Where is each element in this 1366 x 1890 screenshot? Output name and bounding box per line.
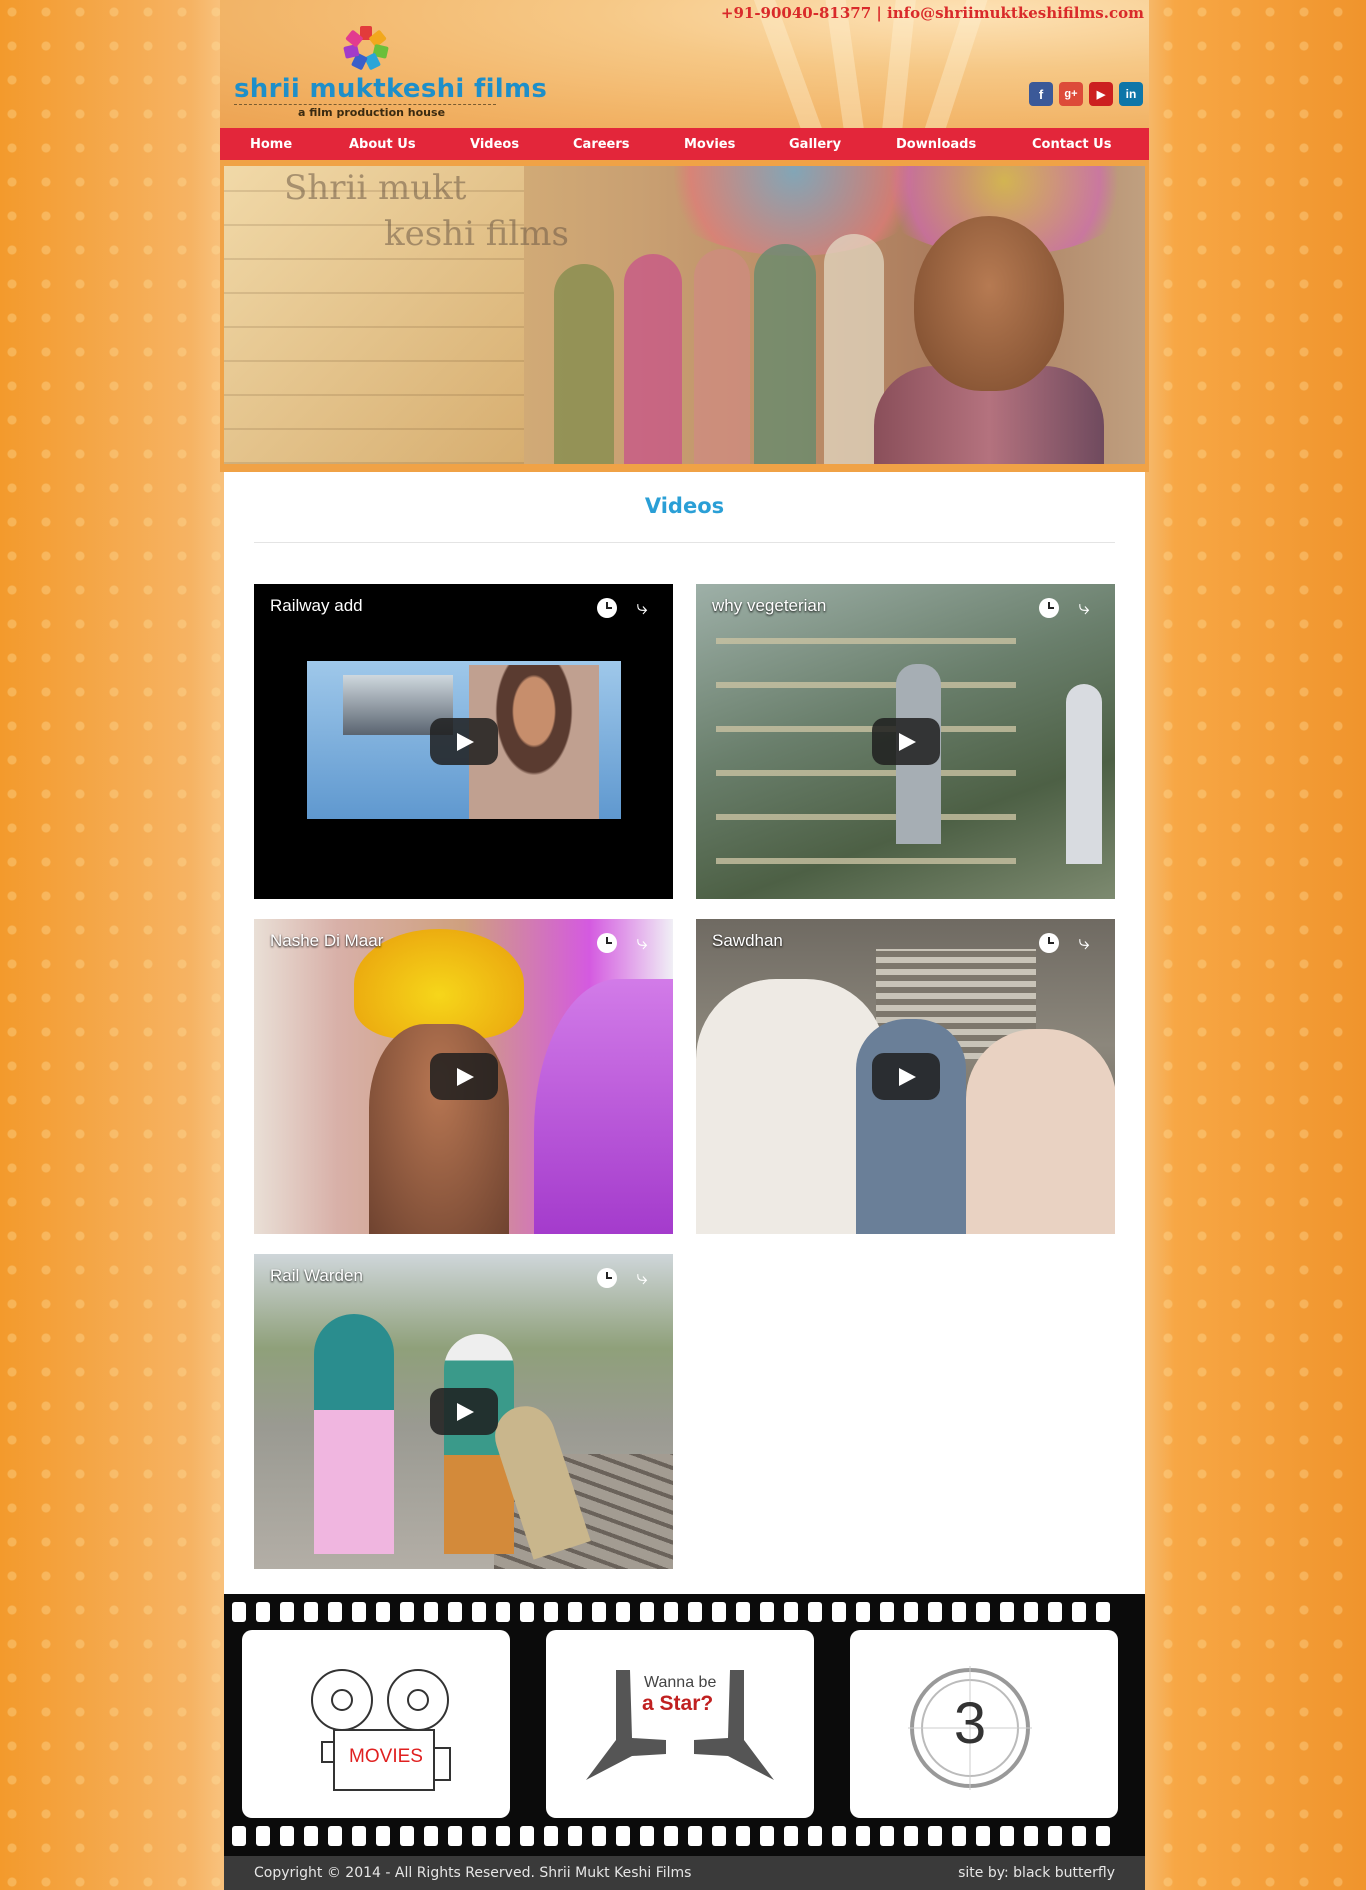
nav-careers[interactable]: Careers [573, 137, 630, 152]
play-button[interactable] [430, 718, 498, 765]
video-card[interactable]: Sawdhan ⤷ [696, 919, 1115, 1234]
logo-tagline: a film production house [298, 106, 446, 119]
watch-later-icon[interactable] [597, 933, 617, 953]
video-card[interactable]: Rail Warden ⤷ [254, 1254, 673, 1569]
film-perforations-top [224, 1602, 1145, 1624]
video-card[interactable]: Nashe Di Maar ⤷ [254, 919, 673, 1234]
nav-videos[interactable]: Videos [470, 137, 519, 152]
video-card[interactable]: why vegeterian ⤷ [696, 584, 1115, 899]
watch-later-icon[interactable] [597, 1268, 617, 1288]
watch-later-icon[interactable] [1039, 598, 1059, 618]
play-button[interactable] [430, 1053, 498, 1100]
page: shrii muktkeshi films a film production … [220, 0, 1149, 1890]
contact-info[interactable]: +91-90040-81377 | info@shriimuktkeshifil… [721, 4, 1144, 22]
play-button[interactable] [872, 718, 940, 765]
banner-watermark-line2: keshi films [384, 214, 569, 254]
logo-text[interactable]: shrii muktkeshi films [234, 74, 547, 104]
movies-frame[interactable]: MOVIES [242, 1630, 510, 1818]
copyright-text: Copyright © 2014 - All Rights Reserved. … [254, 1865, 692, 1881]
logo-divider [234, 104, 496, 105]
banner-image: Shrii mukt keshi films [224, 166, 1145, 464]
share-icon[interactable]: ⤷ [1071, 929, 1097, 955]
facebook-icon[interactable]: f [1029, 82, 1053, 106]
nav-gallery[interactable]: Gallery [789, 137, 841, 152]
nav-downloads[interactable]: Downloads [896, 137, 976, 152]
videos-section: Videos Railway add ⤷ why vegeterian ⤷ Na… [224, 472, 1145, 1594]
site-credit-link[interactable]: site by: black butterfly [958, 1865, 1115, 1881]
main-nav: Home About Us Videos Careers Movies Gall… [220, 128, 1149, 160]
countdown-number: 3 [953, 1691, 987, 1756]
share-icon[interactable]: ⤷ [1071, 594, 1097, 620]
video-title: Rail Warden [270, 1266, 363, 1285]
share-icon[interactable]: ⤷ [629, 594, 655, 620]
share-icon[interactable]: ⤷ [629, 1264, 655, 1290]
banner-figure-face [914, 216, 1064, 391]
countdown-frame[interactable]: 3 [850, 1630, 1118, 1818]
linkedin-icon[interactable]: in [1119, 82, 1143, 106]
social-links: f g+ ▶ in [1029, 82, 1143, 106]
banner-script-texture [224, 166, 524, 464]
nav-about-us[interactable]: About Us [349, 137, 416, 152]
play-button[interactable] [430, 1388, 498, 1435]
banner-watermark-line1: Shrii mukt [284, 168, 467, 208]
film-strip: MOVIES Wanna be a Star? 3 [224, 1594, 1145, 1856]
section-divider [254, 542, 1115, 543]
star-line2: a Star? [642, 1692, 714, 1715]
logo-flower-icon[interactable] [340, 22, 392, 74]
site-footer: Copyright © 2014 - All Rights Reserved. … [224, 1856, 1145, 1890]
nav-movies[interactable]: Movies [684, 137, 735, 152]
wanna-be-star-frame[interactable]: Wanna be a Star? [546, 1630, 814, 1818]
watch-later-icon[interactable] [597, 598, 617, 618]
video-title: Nashe Di Maar [270, 931, 384, 950]
nav-contact-us[interactable]: Contact Us [1032, 137, 1111, 152]
nav-home[interactable]: Home [250, 137, 292, 152]
watch-later-icon[interactable] [1039, 933, 1059, 953]
site-header: shrii muktkeshi films a film production … [220, 0, 1149, 128]
play-button[interactable] [872, 1053, 940, 1100]
share-icon[interactable]: ⤷ [629, 929, 655, 955]
hero-banner: Shrii mukt keshi films [220, 160, 1149, 472]
video-title: why vegeterian [712, 596, 827, 615]
video-card[interactable]: Railway add ⤷ [254, 584, 673, 899]
video-title: Sawdhan [712, 931, 783, 950]
hands-frame-icon [586, 1670, 774, 1780]
film-perforations-bottom [224, 1826, 1145, 1848]
youtube-icon[interactable]: ▶ [1089, 82, 1113, 106]
google-plus-icon[interactable]: g+ [1059, 82, 1083, 106]
section-title: Videos [644, 494, 725, 518]
star-line1: Wanna be [644, 1674, 717, 1691]
movie-projector-icon [311, 1669, 451, 1791]
movies-label: MOVIES [349, 1746, 423, 1767]
video-title: Railway add [270, 596, 363, 615]
